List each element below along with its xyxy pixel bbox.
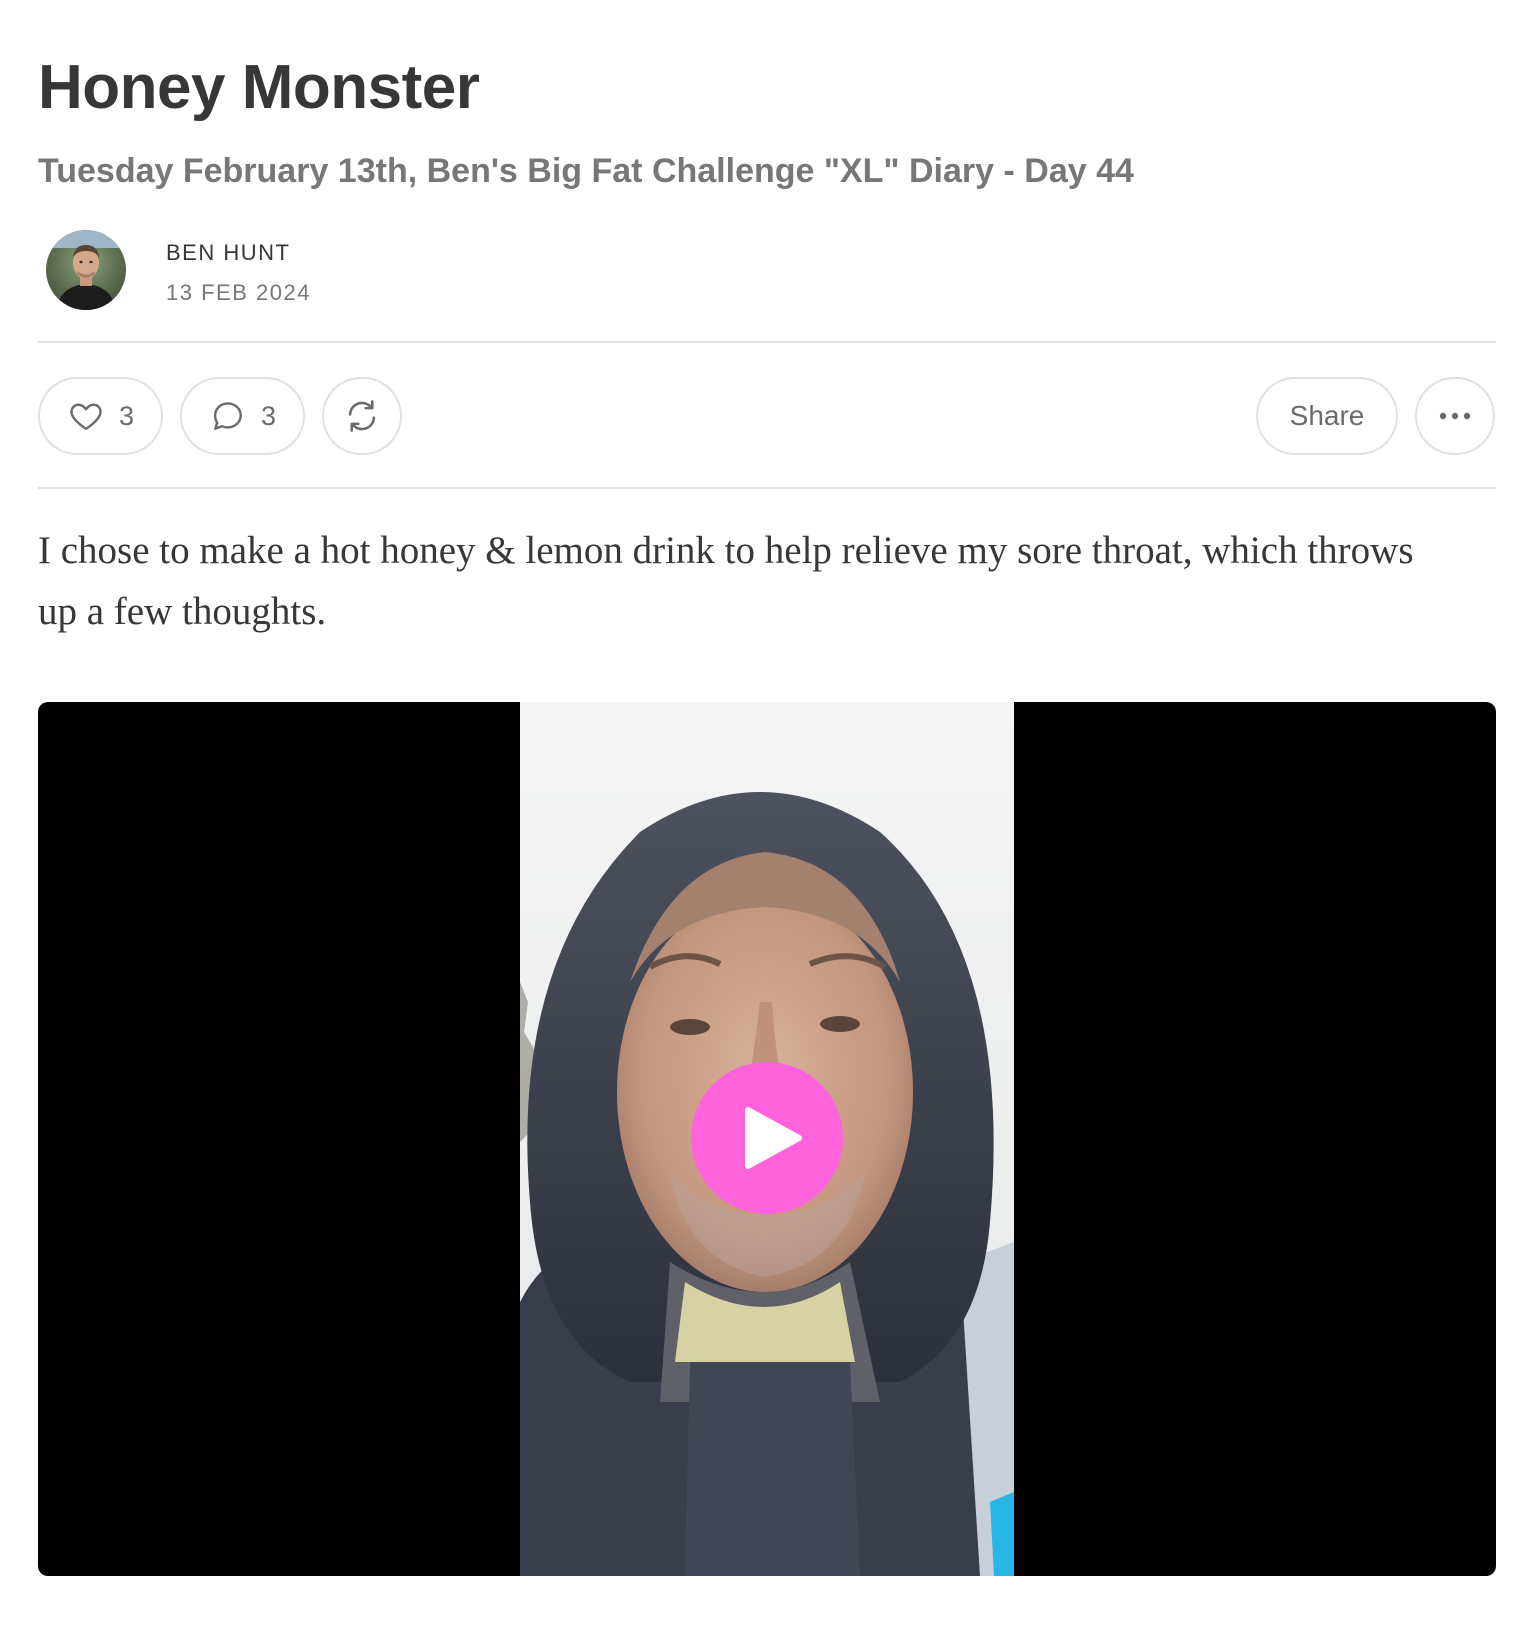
- restack-icon: [343, 397, 381, 435]
- play-icon: [691, 1107, 843, 1218]
- comment-count: 3: [260, 400, 277, 431]
- more-button[interactable]: [1415, 377, 1495, 455]
- restack-button[interactable]: [322, 377, 402, 455]
- divider: [38, 487, 1496, 489]
- like-button[interactable]: 3: [38, 377, 163, 455]
- video-player[interactable]: [38, 702, 1496, 1576]
- play-button[interactable]: [691, 1062, 843, 1214]
- post-body: I chose to make a hot honey & lemon drin…: [38, 529, 1414, 633]
- comment-icon: [209, 398, 247, 434]
- like-count: 3: [118, 400, 135, 431]
- divider: [38, 341, 1496, 343]
- author-name[interactable]: BEN HUNT: [166, 240, 290, 266]
- byline: BEN HUNT 13 FEB 2024: [46, 230, 446, 310]
- more-horizontal-icon: [1437, 411, 1473, 421]
- post-date: 13 FEB 2024: [166, 280, 311, 305]
- heart-icon: [67, 398, 105, 434]
- post-subtitle: Tuesday February 13th, Ben's Big Fat Cha…: [38, 152, 1134, 190]
- author-avatar[interactable]: [46, 230, 126, 310]
- comment-button[interactable]: 3: [180, 377, 305, 455]
- share-button[interactable]: Share: [1256, 377, 1398, 455]
- post-title: Honey Monster: [38, 53, 480, 122]
